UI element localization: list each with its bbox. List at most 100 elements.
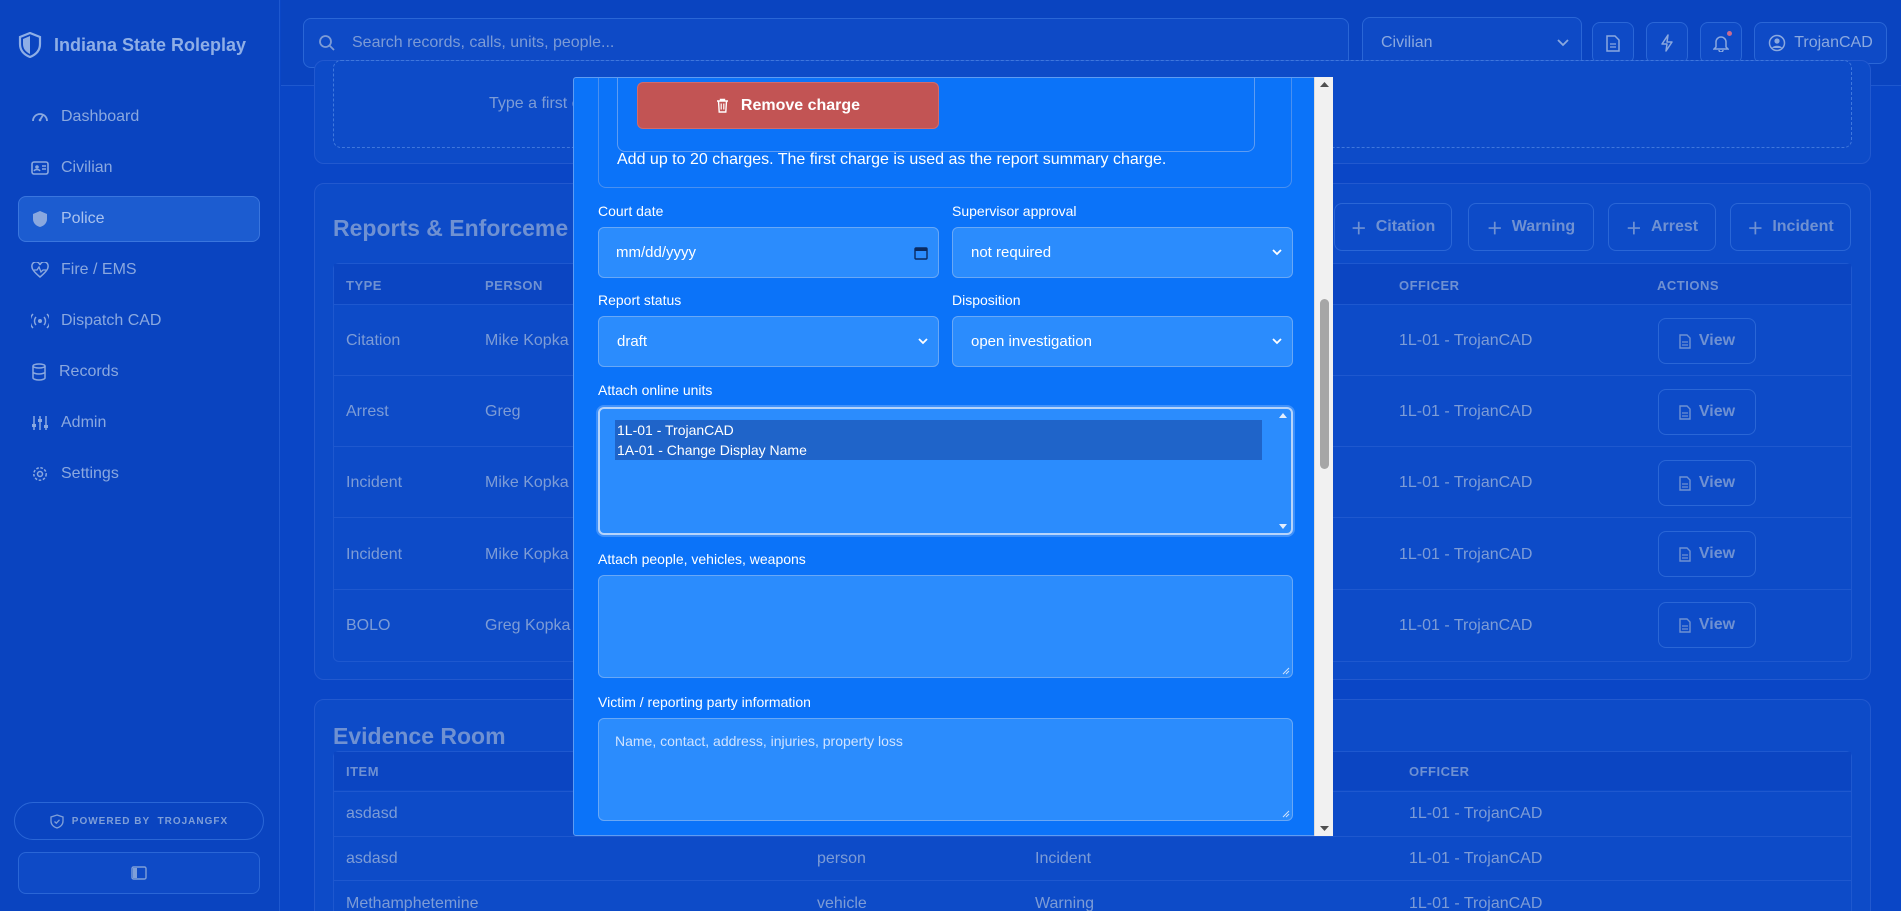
col-actions: ACTIONS: [1657, 278, 1719, 293]
sidebar-item-civilian[interactable]: Civilian: [18, 145, 260, 191]
sidebar-collapse-button[interactable]: [18, 852, 260, 894]
table-divider: [334, 836, 1851, 837]
remove-charge-label: Remove charge: [740, 96, 861, 114]
user-menu-button[interactable]: TrojanCAD: [1754, 22, 1887, 64]
victim-info-placeholder: Name, contact, address, injuries, proper…: [615, 733, 903, 749]
document-icon: [1679, 475, 1691, 491]
col-officer: OFFICER: [1399, 278, 1460, 293]
disposition-select[interactable]: open investigation: [952, 316, 1293, 367]
sidebar-item-fire-ems[interactable]: Fire / EMS: [18, 247, 260, 293]
broadcast-icon: [31, 313, 49, 329]
notification-dot: [1727, 31, 1732, 36]
evidence-officer: 1L-01 - TrojanCAD: [1409, 850, 1543, 867]
id-card-icon: [31, 160, 49, 176]
report-type: Arrest: [346, 403, 389, 420]
victim-info-textarea[interactable]: Name, contact, address, injuries, proper…: [598, 718, 1293, 821]
report-person: Greg Kopka: [485, 617, 571, 634]
search-input[interactable]: [352, 34, 1252, 52]
col-item: ITEM: [346, 764, 380, 779]
attach-records-field[interactable]: [598, 575, 1293, 678]
person-search-hint: Type a first c: [489, 95, 580, 112]
modal-scrollbar[interactable]: [1314, 77, 1333, 836]
court-date-input[interactable]: mm/dd/yyyy: [598, 227, 939, 278]
document-icon: [1679, 546, 1691, 562]
notifications-button[interactable]: [1700, 22, 1742, 64]
report-type: BOLO: [346, 617, 391, 634]
evidence-report: Warning: [1035, 895, 1094, 911]
report-status-value: draft: [617, 333, 648, 350]
new-citation-label: Citation: [1375, 218, 1436, 235]
report-status-select[interactable]: draft: [598, 316, 939, 367]
sidebar-item-label: Fire / EMS: [61, 261, 137, 278]
sidebar-item-admin[interactable]: Admin: [18, 400, 260, 446]
sidebar-item-police[interactable]: Police: [18, 196, 260, 242]
new-arrest-button[interactable]: ＋ Arrest: [1608, 203, 1716, 251]
view-report-button[interactable]: View: [1658, 460, 1756, 506]
chevron-down-icon: [918, 338, 928, 345]
report-person: Mike Kopka: [485, 332, 569, 349]
plus-icon: ＋: [1350, 221, 1367, 238]
view-label: View: [1698, 403, 1736, 420]
attach-records-label: Attach people, vehicles, weapons: [598, 551, 806, 567]
search-icon: [318, 34, 336, 52]
sidebar-item-label: Police: [61, 210, 105, 227]
report-form-modal: Remove charge Add up to 20 charges. The …: [573, 77, 1333, 836]
remove-charge-button[interactable]: Remove charge: [637, 82, 939, 129]
modal-scrollbar-thumb[interactable]: [1320, 299, 1329, 469]
heart-pulse-icon: [31, 262, 49, 278]
report-person: Mike Kopka: [485, 546, 569, 563]
new-warning-button[interactable]: ＋ Warning: [1468, 203, 1594, 251]
sidebar-item-dispatch-cad[interactable]: Dispatch CAD: [18, 298, 260, 344]
sidebar: Indiana State Roleplay Dashboard Civilia…: [0, 0, 280, 911]
new-incident-button[interactable]: ＋ Incident: [1730, 203, 1851, 251]
unit-option[interactable]: 1A-01 - Change Display Name: [615, 440, 1262, 460]
charges-hint: Add up to 20 charges. The first charge i…: [617, 151, 1167, 168]
document-icon: [1679, 333, 1691, 349]
database-icon: [31, 363, 47, 381]
evidence-kind: person: [817, 850, 866, 867]
document-icon: [1679, 404, 1691, 420]
plus-icon: ＋: [1747, 221, 1764, 238]
report-status-label: Report status: [598, 292, 682, 308]
evidence-report: Incident: [1035, 850, 1092, 867]
view-report-button[interactable]: View: [1658, 389, 1756, 435]
resize-handle-icon[interactable]: [1281, 666, 1290, 675]
resize-handle-icon[interactable]: [1281, 809, 1290, 818]
view-label: View: [1698, 474, 1736, 491]
report-officer: 1L-01 - TrojanCAD: [1399, 332, 1533, 349]
lightning-icon: [1660, 34, 1674, 52]
court-date-label: Court date: [598, 203, 664, 219]
reports-button[interactable]: [1592, 22, 1634, 64]
supervisor-approval-select[interactable]: not required: [952, 227, 1293, 278]
table-divider: [334, 880, 1851, 881]
powered-by-badge[interactable]: POWERED BY TROJANGFX: [14, 802, 264, 840]
chevron-down-icon: [1272, 249, 1282, 256]
user-avatar-icon: [1768, 34, 1786, 52]
report-type: Citation: [346, 332, 401, 349]
sidebar-item-dashboard[interactable]: Dashboard: [18, 94, 260, 140]
sidebar-item-records[interactable]: Records: [18, 349, 260, 395]
plus-icon: ＋: [1486, 221, 1503, 238]
view-label: View: [1698, 332, 1736, 349]
evidence-item: asdasd: [346, 850, 398, 867]
view-report-button[interactable]: View: [1658, 318, 1756, 364]
new-incident-label: Incident: [1772, 218, 1834, 235]
col-person: PERSON: [485, 278, 543, 293]
quick-actions-button[interactable]: [1646, 22, 1688, 64]
disposition-label: Disposition: [952, 292, 1021, 308]
shield-icon: [31, 210, 49, 228]
unit-option[interactable]: 1L-01 - TrojanCAD: [615, 420, 1262, 440]
sidebar-item-settings[interactable]: Settings: [18, 451, 260, 497]
chevron-down-icon: [1557, 39, 1569, 47]
new-citation-button[interactable]: ＋ Citation: [1334, 203, 1452, 251]
report-person: Greg: [485, 403, 521, 420]
online-units-listbox[interactable]: 1L-01 - TrojanCAD 1A-01 - Change Display…: [598, 407, 1293, 535]
user-name: TrojanCAD: [1794, 34, 1873, 51]
brand[interactable]: Indiana State Roleplay: [18, 32, 246, 58]
evidence-officer: 1L-01 - TrojanCAD: [1409, 805, 1543, 822]
sidebar-item-label: Civilian: [61, 159, 113, 176]
view-report-button[interactable]: View: [1658, 602, 1756, 648]
disposition-value: open investigation: [971, 333, 1092, 350]
view-report-button[interactable]: View: [1658, 531, 1756, 577]
listbox-scrollbar[interactable]: [1277, 409, 1289, 533]
